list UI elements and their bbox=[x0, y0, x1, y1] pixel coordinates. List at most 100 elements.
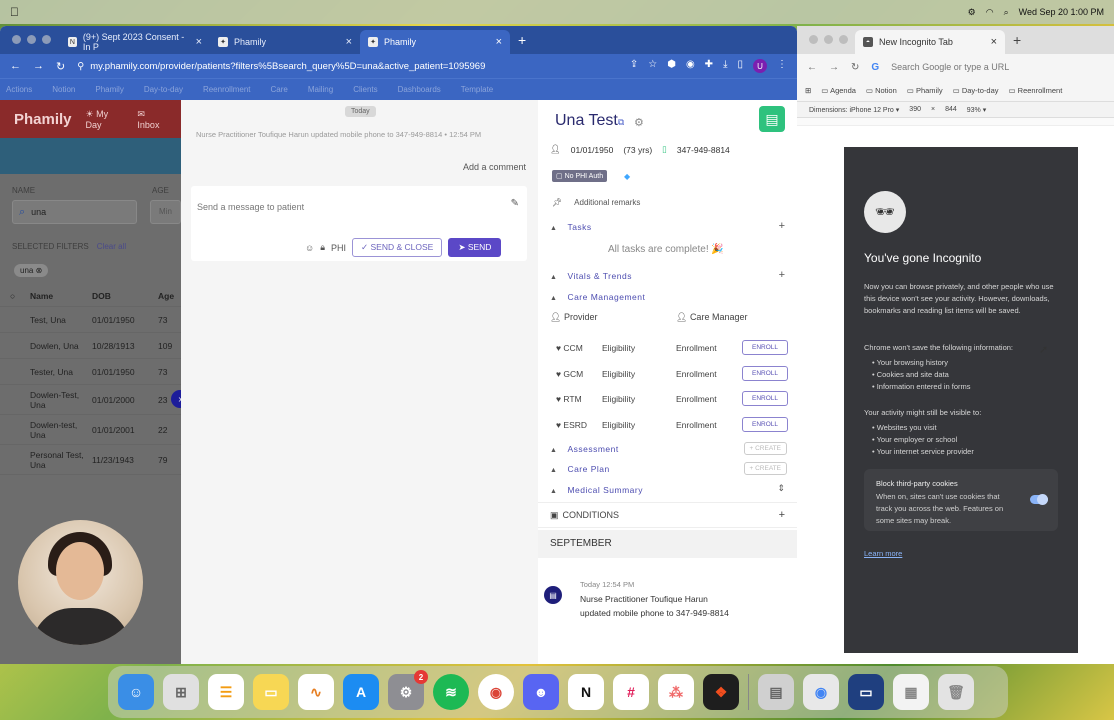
trash-icon[interactable]: 🗑︎ bbox=[938, 674, 974, 710]
create-assessment-button[interactable]: + CREATE bbox=[743, 442, 787, 455]
notion-icon[interactable]: N bbox=[568, 674, 604, 710]
close-tab-icon[interactable]: × bbox=[496, 36, 502, 48]
app-store-icon[interactable]: A bbox=[343, 674, 379, 710]
enroll-button[interactable]: ENROLL bbox=[742, 340, 788, 355]
table-row[interactable]: Dowlen, Una 10/28/1913 109 bbox=[0, 333, 181, 359]
close-window-button[interactable] bbox=[12, 35, 21, 44]
table-row[interactable]: Test, Una 01/01/1950 73 bbox=[0, 307, 181, 333]
recent-window-icon[interactable]: ▦ bbox=[893, 674, 929, 710]
block-cookies-toggle[interactable] bbox=[1030, 494, 1048, 505]
table-row[interactable]: Dowlen-test, Una 01/01/2001 22 bbox=[0, 415, 181, 445]
table-row[interactable]: Personal Test, Una 11/23/1943 79 bbox=[0, 445, 181, 475]
back-icon[interactable]: ← bbox=[807, 62, 817, 73]
finder-icon[interactable]: ☺ bbox=[118, 674, 154, 710]
reload-icon[interactable]: ↻ bbox=[56, 60, 65, 73]
table-row[interactable]: Dowlen-Test, Una 01/01/2000 23 bbox=[0, 385, 181, 415]
height-input[interactable]: 844 bbox=[945, 106, 957, 113]
extension-icon[interactable]: ⬢ bbox=[667, 59, 676, 73]
zoom-select[interactable]: 93% ▾ bbox=[967, 106, 986, 114]
column-header[interactable]: Age bbox=[158, 291, 181, 301]
create-care-plan-button[interactable]: + CREATE bbox=[743, 462, 787, 475]
url-field[interactable]: ⚲ my.phamily.com/provider/patients?filte… bbox=[77, 61, 618, 72]
bookmark-star-icon[interactable]: ☆ bbox=[648, 59, 657, 73]
close-tab-icon[interactable]: × bbox=[196, 36, 202, 48]
browser-tab-active[interactable]: ◓ New Incognito Tab × bbox=[855, 30, 1005, 54]
add-comment-link[interactable]: Add a comment bbox=[463, 162, 526, 172]
apple-icon[interactable]:  bbox=[10, 5, 19, 19]
side-panel-icon[interactable]: ▯ bbox=[737, 59, 743, 73]
apps-icon[interactable]: ⊞ bbox=[805, 86, 811, 95]
forward-icon[interactable]: → bbox=[829, 62, 839, 73]
reload-icon[interactable]: ↻ bbox=[851, 62, 859, 73]
extension-icon[interactable]: ◉ bbox=[686, 59, 695, 73]
filter-chip[interactable]: una ⊗ bbox=[14, 264, 49, 277]
send-and-close-button[interactable]: ✓ SEND & CLOSE bbox=[352, 238, 443, 257]
menubar-datetime[interactable]: Wed Sep 20 1:00 PM bbox=[1019, 7, 1104, 17]
slack-icon[interactable]: # bbox=[613, 674, 649, 710]
reminders-icon[interactable]: ☰ bbox=[208, 674, 244, 710]
nav-inbox[interactable]: ✉ Inbox bbox=[137, 109, 167, 130]
care-manager-role[interactable]: 👤︎ Care Manager bbox=[676, 312, 747, 323]
back-icon[interactable]: ← bbox=[10, 60, 21, 72]
close-tab-icon[interactable]: × bbox=[991, 36, 997, 48]
clear-all-link[interactable]: Clear all bbox=[97, 242, 126, 251]
select-all-radio[interactable]: ○ bbox=[0, 291, 30, 301]
chrome-icon[interactable]: ◉ bbox=[478, 674, 514, 710]
profile-avatar[interactable]: U bbox=[753, 59, 767, 73]
close-window-button[interactable] bbox=[809, 35, 818, 44]
additional-remarks[interactable]: 📌︎ Additional remarks bbox=[552, 198, 640, 207]
pencil-icon[interactable]: ✎ bbox=[511, 198, 519, 209]
omnibox[interactable]: Search Google or type a URL bbox=[891, 62, 1009, 72]
zoom-window-button[interactable] bbox=[42, 35, 51, 44]
launchpad-icon[interactable]: ⊞ bbox=[163, 674, 199, 710]
vitals-section-header[interactable]: ▲ Vitals & Trends bbox=[550, 271, 632, 281]
width-input[interactable]: 390 bbox=[909, 106, 921, 113]
nav-my-day[interactable]: ☀ My Day bbox=[86, 109, 124, 130]
figma-icon[interactable]: ❖ bbox=[703, 674, 739, 710]
tasks-section-header[interactable]: ▲ Tasks bbox=[550, 222, 592, 232]
minimize-window-button[interactable] bbox=[27, 35, 36, 44]
bookmark-item[interactable]: Template bbox=[461, 85, 493, 94]
bookmark-item[interactable]: Reenrollment bbox=[203, 85, 251, 94]
wifi-icon[interactable]: ◠ bbox=[986, 7, 994, 18]
age-min-input[interactable]: Min bbox=[150, 200, 181, 224]
care-management-section-header[interactable]: ▲ Care Management bbox=[550, 292, 645, 302]
add-vitals-icon[interactable]: + bbox=[779, 269, 785, 281]
browser-tab-active[interactable]: ✦ Phamily × bbox=[360, 30, 510, 54]
minimize-window-button[interactable] bbox=[824, 35, 833, 44]
recent-window-icon[interactable]: ▭ bbox=[848, 674, 884, 710]
discord-icon[interactable]: ☻ bbox=[523, 674, 559, 710]
conditions-section[interactable]: ▣ CONDITIONS + bbox=[538, 502, 797, 528]
lock-icon[interactable]: 🔒︎ bbox=[320, 242, 325, 253]
close-tab-icon[interactable]: × bbox=[346, 36, 352, 48]
download-icon[interactable]: ⤓ bbox=[723, 59, 727, 73]
sort-icon[interactable]: ⇕ bbox=[777, 483, 785, 494]
add-task-icon[interactable]: + bbox=[779, 220, 785, 232]
asana-icon[interactable]: ⁂ bbox=[658, 674, 694, 710]
new-tab-button[interactable]: + bbox=[510, 32, 534, 48]
bookmark-item[interactable]: ▭ Agenda bbox=[821, 86, 856, 95]
patient-name-heading[interactable]: Una Test⧉ bbox=[555, 112, 624, 130]
browser-tab[interactable]: ✦ Phamily × bbox=[210, 30, 360, 54]
emoji-icon[interactable]: ☺ bbox=[305, 243, 314, 253]
new-tab-button[interactable]: + bbox=[1005, 32, 1029, 48]
spotify-icon[interactable]: ≋ bbox=[433, 674, 469, 710]
menu-kebab-icon[interactable]: ⋮ bbox=[777, 59, 787, 73]
patient-phone[interactable]: 347-949-8814 bbox=[677, 145, 730, 155]
enroll-button[interactable]: ENROLL bbox=[742, 417, 788, 432]
search-icon[interactable]: ⌕ bbox=[1004, 7, 1009, 18]
system-settings-icon[interactable]: ⚙ 2 bbox=[388, 670, 428, 710]
bookmark-item[interactable]: ▭ Reenrollment bbox=[1009, 86, 1063, 95]
site-info-icon[interactable]: ⚲ bbox=[77, 61, 84, 72]
bookmark-item[interactable]: Care bbox=[271, 85, 288, 94]
browser-tab[interactable]: N (9+) Sept 2023 Consent - In P × bbox=[60, 30, 210, 54]
phi-toggle[interactable]: PHI bbox=[331, 243, 346, 253]
zoom-window-button[interactable] bbox=[839, 35, 848, 44]
learn-more-link[interactable]: Learn more bbox=[864, 549, 902, 558]
bookmark-item[interactable]: Phamily bbox=[95, 85, 123, 94]
message-input[interactable]: Send a message to patient bbox=[197, 202, 304, 212]
bookmark-item[interactable]: Actions bbox=[6, 85, 32, 94]
share-icon[interactable]: ⇪ bbox=[630, 59, 638, 73]
notes-icon[interactable]: ▭ bbox=[253, 674, 289, 710]
extensions-puzzle-icon[interactable]: ✚ bbox=[705, 59, 713, 73]
